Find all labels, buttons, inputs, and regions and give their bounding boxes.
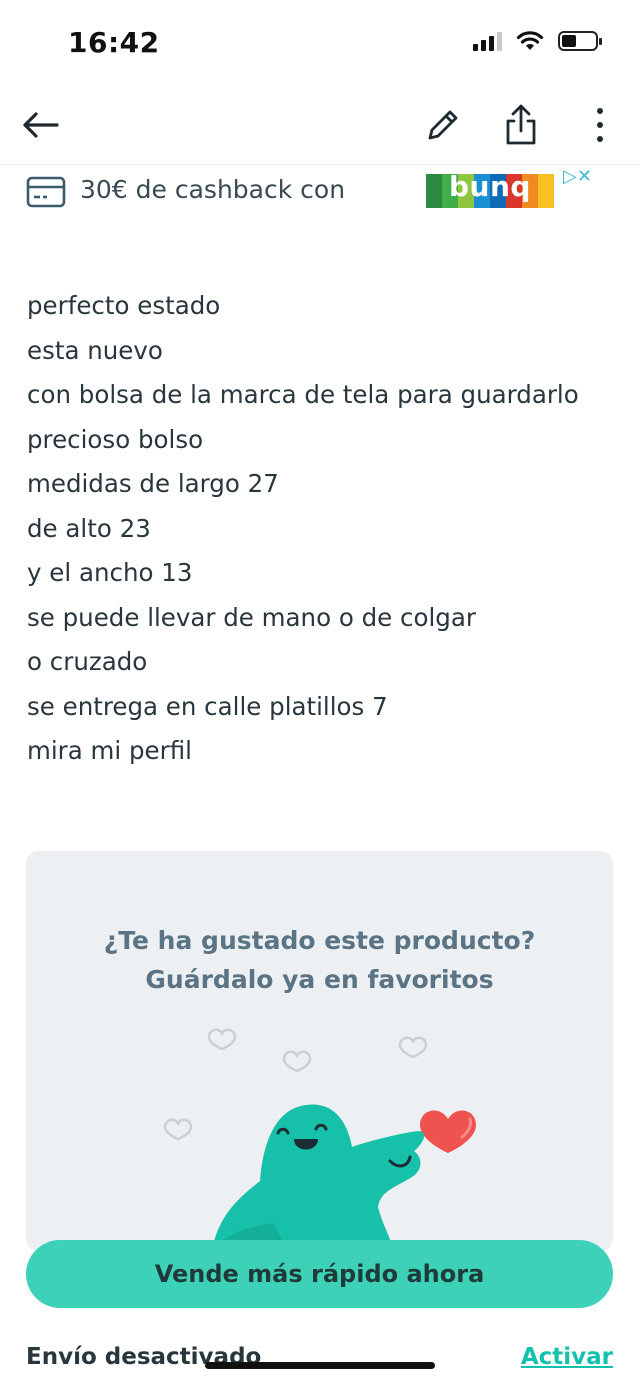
description-line: esta nuevo: [27, 335, 163, 365]
description-line: mira mi perfil: [27, 736, 192, 765]
favorites-promo-title: ¿Te ha gustado este producto? Guárdalo y…: [26, 921, 613, 999]
share-button[interactable]: [496, 100, 546, 150]
bunq-logo-text: bunq: [449, 170, 531, 203]
cashback-ad-banner[interactable]: 30€ de cashback con bunq ▷✕: [0, 166, 640, 222]
product-description: perfecto estado esta nuevo con bolsa de …: [27, 284, 617, 774]
description-line: o cruzado: [27, 647, 148, 676]
favorites-promo-title-line2: Guárdalo ya en favoritos: [145, 965, 494, 994]
sell-faster-button[interactable]: Vende más rápido ahora: [26, 1240, 613, 1308]
wifi-icon: [516, 31, 544, 50]
description-line: con bolsa de la marca de tela para guard…: [27, 380, 579, 409]
status-bar: 16:42: [0, 0, 640, 86]
ad-text: 30€ de cashback con: [80, 175, 346, 204]
status-time: 16:42: [68, 26, 160, 59]
credit-card-icon: [26, 176, 66, 208]
favorites-promo-title-line1: ¿Te ha gustado este producto?: [103, 926, 536, 955]
battery-icon: [558, 31, 602, 51]
ad-choices-icon[interactable]: ▷✕: [563, 166, 592, 187]
description-line: precioso bolso: [27, 424, 204, 454]
description-line: y el ancho 13: [27, 558, 193, 587]
outline-heart-icon: [398, 1036, 428, 1059]
favorites-promo-card: ¿Te ha gustado este producto? Guárdalo y…: [26, 851, 613, 1251]
outline-heart-icon: [282, 1050, 312, 1073]
vertical-ellipsis-icon: [597, 108, 603, 142]
pencil-icon: [428, 110, 458, 140]
more-options-button[interactable]: [575, 100, 625, 150]
outline-heart-icon: [163, 1118, 193, 1141]
back-button[interactable]: [15, 100, 65, 150]
outline-heart-icon: [207, 1028, 237, 1051]
description-line: se entrega en calle platillos 7: [27, 691, 388, 721]
arrow-left-icon: [23, 112, 59, 138]
description-line: perfecto estado: [27, 291, 221, 320]
description-line: medidas de largo 27: [27, 469, 279, 498]
share-icon: [506, 104, 536, 145]
cellular-signal-icon: [473, 31, 502, 51]
mascot-heart-illustration: [163, 1028, 476, 1251]
edit-button[interactable]: [418, 100, 468, 150]
home-indicator[interactable]: [205, 1362, 435, 1369]
activate-shipping-link[interactable]: Activar: [521, 1344, 613, 1370]
description-line: de alto 23: [27, 513, 151, 543]
description-line: se puede llevar de mano o de colgar: [27, 602, 476, 632]
status-icons: [473, 30, 602, 52]
top-nav-bar: [0, 86, 640, 165]
